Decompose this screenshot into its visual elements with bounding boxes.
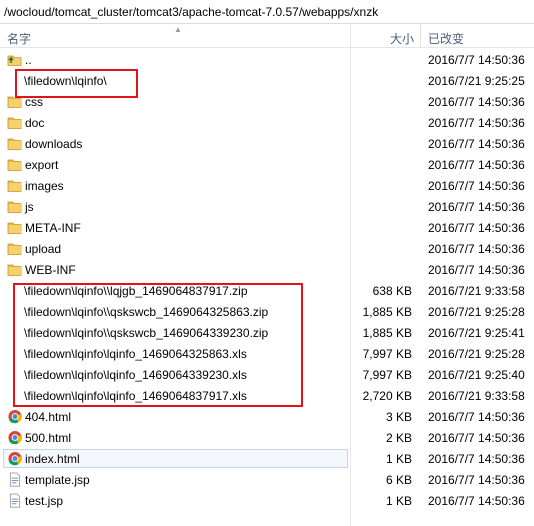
file-modified: 2016/7/7 14:50:36 <box>428 179 525 193</box>
folder-row[interactable]: js 2016/7/7 14:50:36 <box>0 196 534 217</box>
folder-row[interactable]: doc 2016/7/7 14:50:36 <box>0 112 534 133</box>
file-size: 1 KB <box>385 494 412 508</box>
file-modified: 2016/7/7 14:50:36 <box>428 53 525 67</box>
path-bar[interactable]: /wocloud/tomcat_cluster/tomcat3/apache-t… <box>0 0 534 24</box>
file-name: META-INF <box>25 221 81 235</box>
file-size: 7,997 KB <box>362 368 412 382</box>
file-name: downloads <box>25 137 83 151</box>
file-modified: 2016/7/21 9:25:25 <box>428 74 525 88</box>
column-size-header[interactable]: 大小 <box>390 30 414 47</box>
column-modified-header[interactable]: 已改变 <box>428 30 464 47</box>
sort-ascending-icon: ▲ <box>174 25 182 34</box>
file-modified: 2016/7/21 9:25:28 <box>428 347 525 361</box>
file-modified: 2016/7/21 9:33:58 <box>428 389 525 403</box>
jsp-file-icon <box>7 493 23 508</box>
file-size: 1,885 KB <box>362 305 412 319</box>
file-name: index.html <box>25 452 80 466</box>
file-row[interactable]: 404.html 3 KB 2016/7/7 14:50:36 <box>0 406 534 427</box>
file-size: 638 KB <box>372 284 412 298</box>
folder-row[interactable]: upload 2016/7/7 14:50:36 <box>0 238 534 259</box>
folder-icon <box>7 199 23 214</box>
file-name: 404.html <box>25 410 72 424</box>
file-modified: 2016/7/7 14:50:36 <box>428 116 525 130</box>
file-name: WEB-INF <box>25 263 76 277</box>
file-row[interactable]: index.html 1 KB 2016/7/7 14:50:36 <box>0 448 534 469</box>
folder-icon <box>7 178 23 193</box>
highlight-box <box>13 283 303 407</box>
file-name: images <box>25 179 64 193</box>
folder-icon <box>7 136 23 151</box>
file-row[interactable]: 500.html 2 KB 2016/7/7 14:50:36 <box>0 427 534 448</box>
file-modified: 2016/7/7 14:50:36 <box>428 452 525 466</box>
file-size: 2,720 KB <box>362 389 412 403</box>
file-modified: 2016/7/7 14:50:36 <box>428 242 525 256</box>
parent-folder-icon <box>7 52 23 67</box>
file-size: 1,885 KB <box>362 326 412 340</box>
file-modified: 2016/7/7 14:50:36 <box>428 137 525 151</box>
file-name: test.jsp <box>25 494 64 508</box>
file-modified: 2016/7/7 14:50:36 <box>428 263 525 277</box>
file-size: 2 KB <box>385 431 412 445</box>
file-name: .. <box>25 53 32 67</box>
file-modified: 2016/7/7 14:50:36 <box>428 200 525 214</box>
chrome-icon <box>7 430 23 445</box>
file-modified: 2016/7/7 14:50:36 <box>428 221 525 235</box>
file-row[interactable]: template.jsp 6 KB 2016/7/7 14:50:36 <box>0 469 534 490</box>
column-name-header[interactable]: 名字 <box>7 30 31 47</box>
column-header: 名字 ▲ 大小 已改变 <box>0 24 534 48</box>
file-modified: 2016/7/7 14:50:36 <box>428 410 525 424</box>
chrome-icon <box>7 451 23 466</box>
file-name: 500.html <box>25 431 72 445</box>
file-size: 1 KB <box>385 452 412 466</box>
folder-row[interactable]: export 2016/7/7 14:50:36 <box>0 154 534 175</box>
folder-icon <box>7 157 23 172</box>
chrome-icon <box>7 409 23 424</box>
file-size: 3 KB <box>385 410 412 424</box>
file-name: upload <box>25 242 62 256</box>
file-modified: 2016/7/21 9:25:41 <box>428 326 525 340</box>
jsp-file-icon <box>7 472 23 487</box>
file-name: template.jsp <box>25 473 90 487</box>
file-name: js <box>25 200 34 214</box>
file-modified: 2016/7/7 14:50:36 <box>428 158 525 172</box>
file-modified: 2016/7/7 14:50:36 <box>428 431 525 445</box>
folder-icon <box>7 241 23 256</box>
folder-row[interactable]: META-INF 2016/7/7 14:50:36 <box>0 217 534 238</box>
folder-icon <box>7 220 23 235</box>
file-modified: 2016/7/7 14:50:36 <box>428 95 525 109</box>
folder-row[interactable]: downloads 2016/7/7 14:50:36 <box>0 133 534 154</box>
parent-dir-row[interactable]: .. 2016/7/7 14:50:36 <box>0 49 534 70</box>
folder-row[interactable]: images 2016/7/7 14:50:36 <box>0 175 534 196</box>
folder-icon <box>7 115 23 130</box>
file-modified: 2016/7/21 9:25:28 <box>428 305 525 319</box>
folder-icon <box>7 262 23 277</box>
folder-row[interactable]: WEB-INF 2016/7/7 14:50:36 <box>0 259 534 280</box>
highlight-box <box>15 69 138 98</box>
column-divider[interactable] <box>350 24 351 47</box>
column-divider[interactable] <box>420 24 421 47</box>
file-name: export <box>25 158 59 172</box>
file-row[interactable]: test.jsp 1 KB 2016/7/7 14:50:36 <box>0 490 534 511</box>
file-modified: 2016/7/21 9:25:40 <box>428 368 525 382</box>
file-name: doc <box>25 116 45 130</box>
path-text: /wocloud/tomcat_cluster/tomcat3/apache-t… <box>4 5 379 19</box>
file-size: 6 KB <box>385 473 412 487</box>
file-modified: 2016/7/7 14:50:36 <box>428 494 525 508</box>
file-size: 7,997 KB <box>362 347 412 361</box>
file-modified: 2016/7/21 9:33:58 <box>428 284 525 298</box>
file-modified: 2016/7/7 14:50:36 <box>428 473 525 487</box>
